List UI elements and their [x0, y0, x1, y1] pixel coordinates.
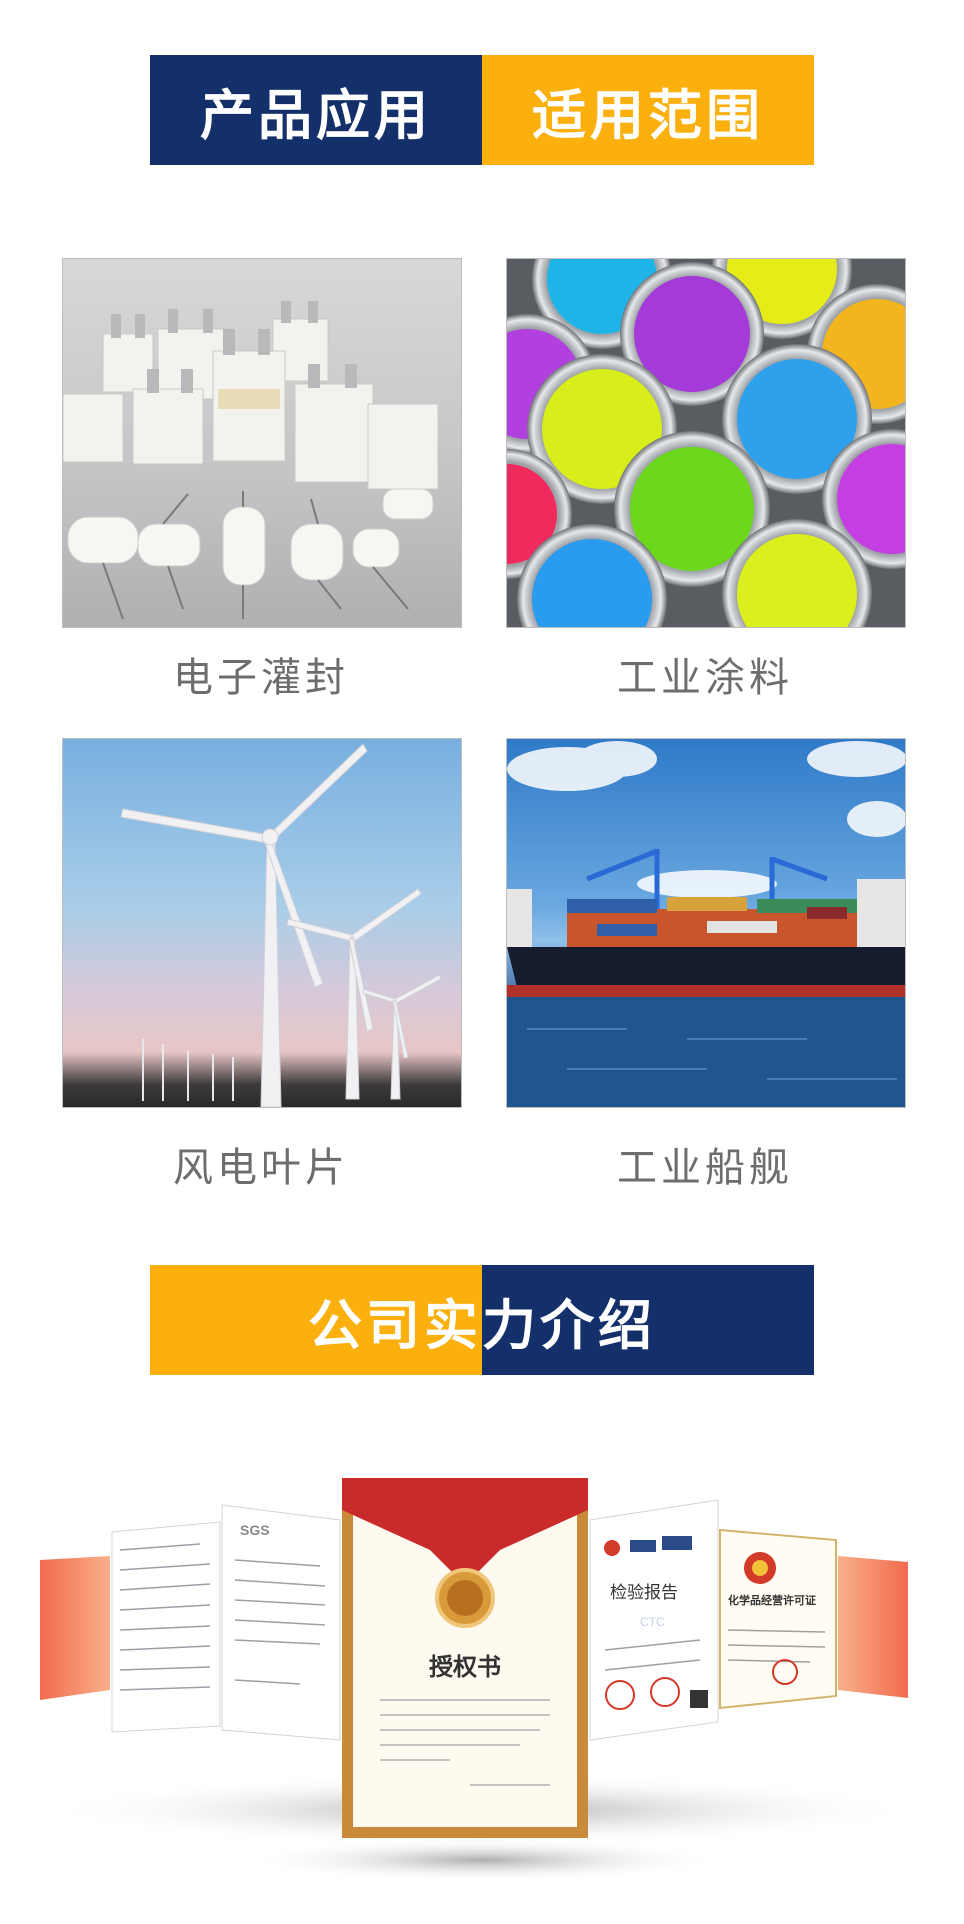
left-panel-decor [40, 1556, 110, 1700]
section-banner-company: 公司实 力介绍 [150, 1265, 814, 1375]
right-panel-decor [838, 1556, 908, 1698]
section-banner-applications: 产品应用 适用范围 [150, 55, 814, 165]
banner-title-right: 力介绍 [482, 1265, 814, 1375]
caption-industrial-coatings: 工业涂料 [617, 655, 793, 701]
license-title: 化学品经营许可证 [728, 1593, 816, 1607]
caption-wind-blades: 风电叶片 [173, 1145, 349, 1191]
caption-industrial-ships: 工业船舰 [617, 1145, 793, 1191]
capacitor-photo [62, 258, 462, 628]
inspection-report-title: 检验报告 [610, 1583, 678, 1603]
banner-title-left: 公司实 [150, 1265, 482, 1375]
cargo-ship-photo [506, 738, 906, 1108]
wind-turbine-photo [62, 738, 462, 1108]
banner-title-right: 适用范围 [482, 55, 814, 165]
ctc-watermark: CTC [640, 1615, 665, 1629]
paint-cans-photo [506, 258, 906, 628]
caption-electronic-potting: 电子灌封 [173, 655, 349, 701]
banner-title-left: 产品应用 [150, 55, 482, 165]
authorization-title: 授权书 [429, 1653, 501, 1681]
sgs-brand: SGS [240, 1522, 270, 1538]
certificates-showcase: SGS 授权书 检验报告 CTC 化学品经营许可证 [0, 1440, 964, 1920]
